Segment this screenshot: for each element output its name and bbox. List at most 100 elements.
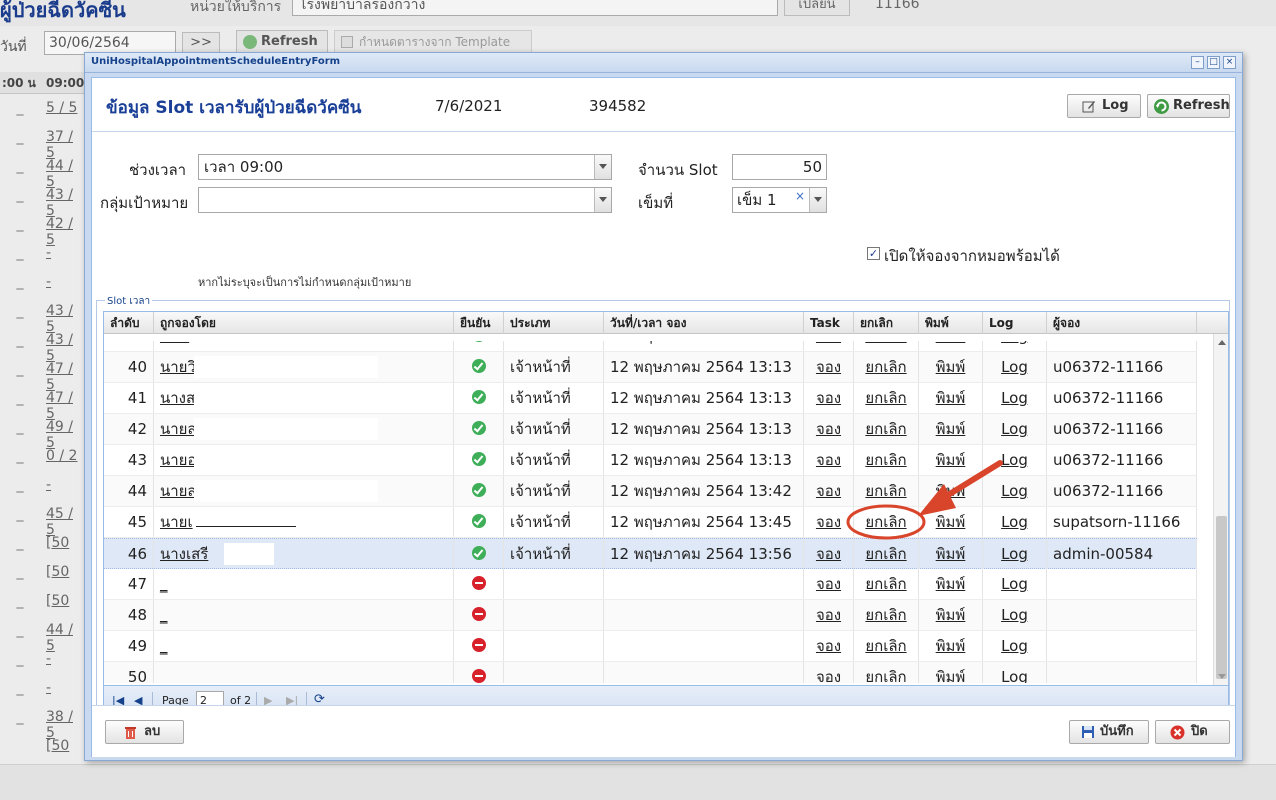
close-button[interactable]: ปิด	[1155, 720, 1230, 744]
close-window-icon[interactable]: ×	[1223, 56, 1236, 69]
cell-log[interactable]: Log	[983, 631, 1047, 661]
schedule-cell-count[interactable]: 49 / 5	[46, 419, 86, 451]
schedule-cell-count[interactable]: 43 / 5	[46, 187, 86, 219]
change-unit-button[interactable]: เปลี่ยน	[784, 0, 850, 16]
schedule-cell-count[interactable]: [50	[46, 535, 86, 551]
schedule-cell-count[interactable]: 47 / 5	[46, 390, 86, 422]
table-row[interactable]: 47 _ จอง ยกเลิก พิมพ์ Log	[104, 569, 1197, 600]
cell-task[interactable]: จอง	[804, 600, 854, 630]
cell-log[interactable]: Log	[983, 662, 1047, 683]
schedule-cell-count[interactable]: 47 / 5	[46, 361, 86, 393]
cell-cancel[interactable]: ยกเลิก	[854, 539, 919, 569]
window-titlebar[interactable]: UniHospitalAppointmentScheduleEntryForm …	[85, 53, 1242, 73]
log-header[interactable]: Log	[983, 312, 1047, 334]
schedule-cell-count[interactable]: -	[46, 245, 86, 261]
cell-log[interactable]: Log	[983, 539, 1047, 569]
cell-print[interactable]: พิมพ์	[919, 414, 983, 444]
cell-print[interactable]: พิมพ์	[919, 631, 983, 661]
cell-cancel[interactable]: ยกเลิก	[854, 383, 919, 413]
cell-cancel[interactable]: ยกเลิก	[854, 414, 919, 444]
cell-booked-by[interactable]: _	[154, 662, 454, 683]
cell-cancel[interactable]: ยกเลิก	[854, 569, 919, 599]
table-row[interactable]: 41 นางส เจ้าหน้าที่ 12 พฤษภาคม 2564 13:13 จอ…	[104, 383, 1197, 414]
schedule-cell-count[interactable]: -	[46, 477, 86, 493]
cell-cancel[interactable]: ยกเลิก	[854, 352, 919, 382]
slot-count-field[interactable]: 50	[732, 154, 827, 180]
cell-print[interactable]: พิมพ์	[919, 383, 983, 413]
cell-log[interactable]: Log	[983, 352, 1047, 382]
cell-log[interactable]: Log	[983, 507, 1047, 537]
schedule-cell-count[interactable]: [50	[46, 564, 86, 580]
confirmed-header[interactable]: ยืนยัน	[454, 312, 504, 334]
cell-task[interactable]: จอง	[804, 445, 854, 475]
grid-scrollbar[interactable]	[1213, 334, 1228, 685]
schedule-cell-count[interactable]: 43 / 5	[46, 332, 86, 364]
cell-cancel[interactable]: ยกเลิก	[854, 445, 919, 475]
dose-select[interactable]: เข็ม 1 ×	[732, 187, 827, 213]
cell-task[interactable]: จอง	[804, 341, 854, 351]
booker-header[interactable]: ผู้จอง	[1047, 312, 1197, 334]
background-refresh-button[interactable]: Refresh	[236, 30, 328, 54]
cell-cancel[interactable]: ยกเลิก	[854, 600, 919, 630]
next-date-button[interactable]: >>	[182, 32, 220, 54]
table-row[interactable]: 40 นายวิ เจ้าหน้าที่ 12 พฤษภาคม 2564 13:13 จ…	[104, 352, 1197, 383]
table-row[interactable]: 48 _ จอง ยกเลิก พิมพ์ Log	[104, 600, 1197, 631]
scroll-down-icon[interactable]	[1218, 674, 1226, 679]
schedule-cell-count[interactable]: 5 / 5	[46, 100, 86, 116]
table-row[interactable]: 46 นางเสรี เจ้าหน้าที่ 12 พฤษภาคม 2564 13:5…	[104, 538, 1197, 569]
table-row[interactable]: 49 _ จอง ยกเลิก พิมพ์ Log	[104, 631, 1197, 662]
schedule-cell-count[interactable]: 43 / 5	[46, 303, 86, 335]
booked-by-header[interactable]: ถูกจองโดย	[154, 312, 454, 334]
clear-icon[interactable]: ×	[795, 184, 805, 208]
cell-task[interactable]: จอง	[804, 507, 854, 537]
schedule-cell-count[interactable]: 0 / 2	[46, 448, 86, 464]
task-header[interactable]: Task	[804, 312, 854, 334]
datetime-header[interactable]: วันที่/เวลา จอง	[604, 312, 804, 334]
cell-log[interactable]: Log	[983, 341, 1047, 351]
cell-log[interactable]: Log	[983, 600, 1047, 630]
cell-log[interactable]: Log	[983, 414, 1047, 444]
cell-print[interactable]: พิมพ์	[919, 569, 983, 599]
cell-log[interactable]: Log	[983, 569, 1047, 599]
table-row[interactable]: 39พ.ต.เจ้าหน้าที่12 พฤษภาคม 2564 13:12จอ…	[104, 341, 1197, 352]
cell-booked-by[interactable]: _	[154, 600, 454, 630]
table-row[interactable]: 42 นายส เจ้าหน้าที่ 12 พฤษภาคม 2564 13:13 จอ…	[104, 414, 1197, 445]
cell-task[interactable]: จอง	[804, 383, 854, 413]
cell-cancel[interactable]: ยกเลิก	[854, 507, 919, 537]
cell-print[interactable]: พิมพ์	[919, 445, 983, 475]
save-button[interactable]: บันทึก	[1069, 720, 1149, 744]
cell-print[interactable]: พิมพ์	[919, 662, 983, 683]
cell-print[interactable]: พิมพ์	[919, 539, 983, 569]
cell-booked-by[interactable]: _	[154, 631, 454, 661]
schedule-cell-count[interactable]: 44 / 5	[46, 158, 86, 190]
target-group-select[interactable]	[198, 187, 612, 213]
cell-booked-by[interactable]: _	[154, 569, 454, 599]
chevron-down-icon[interactable]	[594, 155, 611, 179]
seq-header[interactable]: ลำดับ	[104, 312, 154, 334]
type-header[interactable]: ประเภท	[504, 312, 604, 334]
cell-task[interactable]: จอง	[804, 662, 854, 683]
scroll-thumb[interactable]	[1216, 516, 1227, 679]
unit-select[interactable]: โรงพยาบาลรองกวาง	[292, 0, 778, 16]
cell-log[interactable]: Log	[983, 445, 1047, 475]
delete-button[interactable]: ลบ	[105, 720, 184, 744]
cell-print[interactable]: พิมพ์	[919, 352, 983, 382]
table-row[interactable]: 50 _ จอง ยกเลิก พิมพ์ Log	[104, 662, 1197, 683]
cell-log[interactable]: Log	[983, 476, 1047, 506]
cell-booked-by[interactable]: นายเ	[154, 507, 454, 537]
doctor-booking-checkbox[interactable]: ✓	[867, 247, 880, 260]
cell-booked-by[interactable]: นางเสรี	[154, 539, 454, 569]
refresh-button[interactable]: Refresh	[1147, 94, 1230, 118]
schedule-cell-count[interactable]: 42 / 5	[46, 216, 86, 248]
schedule-cell-count[interactable]: 45 / 5	[46, 506, 86, 538]
cell-task[interactable]: จอง	[804, 569, 854, 599]
schedule-cell-count[interactable]: -	[46, 680, 86, 696]
cell-print[interactable]: พิมพ์	[919, 476, 983, 506]
cancel-header[interactable]: ยกเลิก	[854, 312, 919, 334]
cell-task[interactable]: จอง	[804, 631, 854, 661]
cell-cancel[interactable]: ยกเลิก	[854, 662, 919, 683]
schedule-cell-count[interactable]: -	[46, 274, 86, 290]
cell-log[interactable]: Log	[983, 383, 1047, 413]
schedule-cell-count[interactable]: 37 / 5	[46, 129, 86, 161]
cell-task[interactable]: จอง	[804, 352, 854, 382]
